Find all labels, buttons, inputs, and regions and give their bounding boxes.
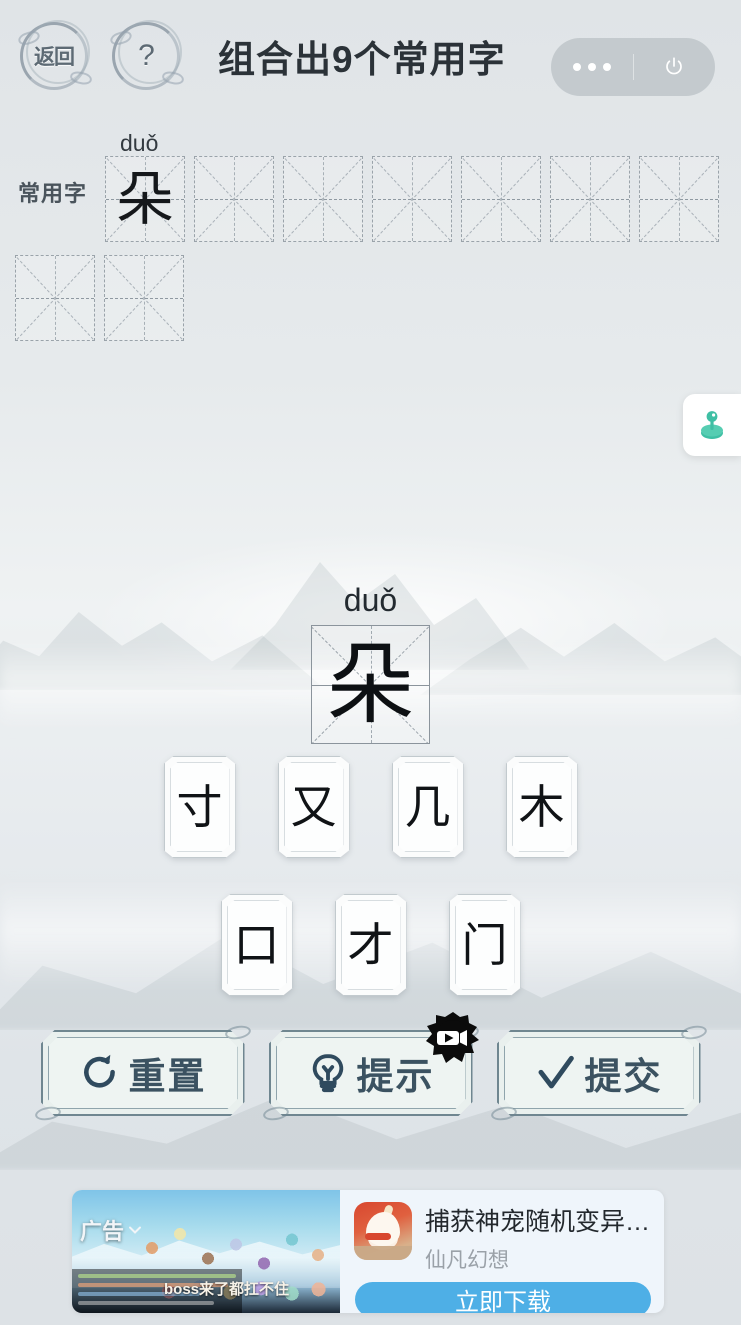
help-button[interactable]: ? <box>108 18 186 94</box>
video-ad-badge[interactable] <box>423 1010 483 1068</box>
submit-button[interactable]: 提交 <box>489 1023 708 1123</box>
component-tile-row-2: 口 才 门 <box>0 894 741 996</box>
component-tile[interactable]: 寸 <box>164 756 236 858</box>
target-pinyin: duǒ <box>343 582 398 618</box>
ad-label-text: 广告 <box>80 1219 125 1244</box>
component-tile-char: 门 <box>461 918 508 972</box>
answer-cell[interactable] <box>372 156 452 242</box>
refresh-icon <box>83 1054 115 1088</box>
ad-info-panel: 捕获神宠随机变异，… 仙凡幻想 立即下载 <box>340 1190 664 1313</box>
ad-subtitle: 仙凡幻想 <box>425 1249 509 1272</box>
answer-row-2 <box>15 255 184 341</box>
component-tile-char: 几 <box>404 780 451 834</box>
component-tile-char: 才 <box>347 918 394 972</box>
component-tile-char: 寸 <box>176 780 223 834</box>
action-button-row: 重置 提示 提交 <box>0 1023 741 1123</box>
component-tile[interactable]: 木 <box>506 756 578 858</box>
component-tile-char: 木 <box>518 780 565 834</box>
answer-cell[interactable] <box>461 156 541 242</box>
chevron-down-icon <box>129 1226 142 1234</box>
answer-cell[interactable] <box>550 156 630 242</box>
target-character: 朵 <box>326 632 415 736</box>
answer-cell[interactable]: 朵 <box>105 156 185 242</box>
ad-thumb-caption: boss来了都扛不住 <box>164 1281 290 1298</box>
back-button-label: 返回 <box>34 46 75 69</box>
ad-title: 捕获神宠随机变异，… <box>425 1208 664 1236</box>
component-tile[interactable]: 口 <box>221 894 293 996</box>
back-button[interactable]: 返回 <box>16 18 94 94</box>
component-tile[interactable]: 门 <box>449 894 521 996</box>
video-ad-icon <box>426 1012 479 1063</box>
answer-cell-char: 朵 <box>115 165 174 233</box>
reset-button-label: 重置 <box>128 1054 207 1098</box>
target-character-area: duǒ 朵 <box>0 582 741 744</box>
header-bar: 返回 ? 组合出9个常用字 <box>0 0 741 112</box>
answer-cell[interactable] <box>283 156 363 242</box>
floating-game-center-button[interactable] <box>683 394 741 456</box>
more-dots-icon <box>572 63 611 71</box>
ad-thumbnail[interactable]: boss来了都扛不住 广告 <box>72 1190 340 1313</box>
component-tile-row-1: 寸 又 几 木 <box>0 756 741 858</box>
ad-app-icon <box>354 1202 412 1260</box>
more-button[interactable] <box>551 63 633 71</box>
check-icon <box>538 1055 574 1089</box>
reset-button[interactable]: 重置 <box>33 1023 252 1123</box>
page-title: 组合出9个常用字 <box>218 39 506 80</box>
answer-cell-pinyin: duǒ <box>120 130 159 156</box>
component-tile[interactable]: 又 <box>278 756 350 858</box>
joystick-icon <box>701 411 723 439</box>
power-icon <box>666 57 683 75</box>
ad-banner[interactable]: boss来了都扛不住 广告 捕获神宠随机变异，… 仙凡幻想 立即下载 <box>72 1190 664 1313</box>
answer-cell[interactable] <box>104 255 184 341</box>
wechat-capsule <box>551 38 715 96</box>
component-tile-char: 口 <box>233 918 280 972</box>
target-character-cell: 朵 <box>311 625 430 744</box>
lightbulb-icon <box>312 1054 343 1093</box>
component-tile[interactable]: 几 <box>392 756 464 858</box>
answer-cell[interactable] <box>15 255 95 341</box>
answer-cell[interactable] <box>194 156 274 242</box>
answer-area-label: 常用字 <box>18 181 88 206</box>
ad-download-button[interactable]: 立即下载 <box>355 1282 651 1313</box>
close-miniprogram-button[interactable] <box>634 55 716 79</box>
component-tile[interactable]: 才 <box>335 894 407 996</box>
answer-row-1: 朵 <box>105 156 719 242</box>
ad-label[interactable]: 广告 <box>80 1214 143 1246</box>
submit-button-label: 提交 <box>584 1054 663 1098</box>
help-button-label: ? <box>138 39 155 72</box>
component-tile-char: 又 <box>290 780 337 834</box>
answer-cell[interactable] <box>639 156 719 242</box>
